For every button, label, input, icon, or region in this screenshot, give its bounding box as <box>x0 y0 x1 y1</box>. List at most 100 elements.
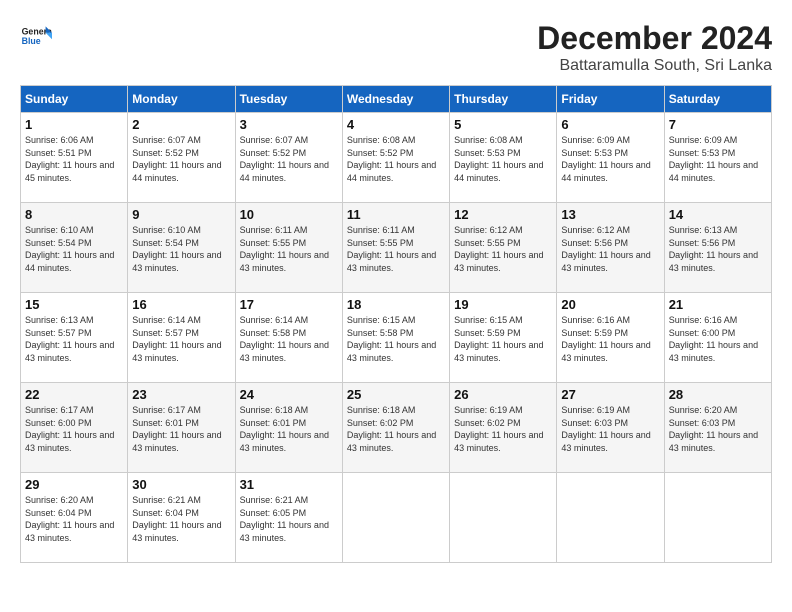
day-info: Sunrise: 6:16 AMSunset: 6:00 PMDaylight:… <box>669 314 767 364</box>
day-info: Sunrise: 6:17 AMSunset: 6:01 PMDaylight:… <box>132 404 230 454</box>
logo: General Blue <box>20 20 52 52</box>
calendar-cell: 21 Sunrise: 6:16 AMSunset: 6:00 PMDayligh… <box>664 293 771 383</box>
calendar-cell <box>664 473 771 563</box>
day-number: 8 <box>25 207 123 222</box>
day-info: Sunrise: 6:07 AMSunset: 5:52 PMDaylight:… <box>240 134 338 184</box>
weekday-header-tuesday: Tuesday <box>235 86 342 113</box>
weekday-header-saturday: Saturday <box>664 86 771 113</box>
day-number: 3 <box>240 117 338 132</box>
week-row-3: 15 Sunrise: 6:13 AMSunset: 5:57 PMDayligh… <box>21 293 772 383</box>
calendar-cell: 6 Sunrise: 6:09 AMSunset: 5:53 PMDaylight… <box>557 113 664 203</box>
day-number: 26 <box>454 387 552 402</box>
day-info: Sunrise: 6:20 AMSunset: 6:04 PMDaylight:… <box>25 494 123 544</box>
calendar-cell <box>557 473 664 563</box>
day-number: 25 <box>347 387 445 402</box>
day-info: Sunrise: 6:12 AMSunset: 5:55 PMDaylight:… <box>454 224 552 274</box>
day-number: 15 <box>25 297 123 312</box>
day-number: 4 <box>347 117 445 132</box>
day-info: Sunrise: 6:20 AMSunset: 6:03 PMDaylight:… <box>669 404 767 454</box>
day-number: 24 <box>240 387 338 402</box>
calendar-cell: 24 Sunrise: 6:18 AMSunset: 6:01 PMDayligh… <box>235 383 342 473</box>
day-number: 14 <box>669 207 767 222</box>
calendar-cell: 23Sunrise: 6:17 AMSunset: 6:01 PMDayligh… <box>128 383 235 473</box>
day-number: 27 <box>561 387 659 402</box>
day-number: 19 <box>454 297 552 312</box>
calendar-cell: 15 Sunrise: 6:13 AMSunset: 5:57 PMDayligh… <box>21 293 128 383</box>
calendar-cell: 31 Sunrise: 6:21 AMSunset: 6:05 PMDayligh… <box>235 473 342 563</box>
day-info: Sunrise: 6:16 AMSunset: 5:59 PMDaylight:… <box>561 314 659 364</box>
weekday-header-monday: Monday <box>128 86 235 113</box>
day-info: Sunrise: 6:10 AMSunset: 5:54 PMDaylight:… <box>25 224 123 274</box>
week-row-5: 29Sunrise: 6:20 AMSunset: 6:04 PMDayligh… <box>21 473 772 563</box>
calendar-cell: 20 Sunrise: 6:16 AMSunset: 5:59 PMDayligh… <box>557 293 664 383</box>
week-row-1: 1Sunrise: 6:06 AMSunset: 5:51 PMDaylight… <box>21 113 772 203</box>
calendar-cell: 3 Sunrise: 6:07 AMSunset: 5:52 PMDaylight… <box>235 113 342 203</box>
day-info: Sunrise: 6:12 AMSunset: 5:56 PMDaylight:… <box>561 224 659 274</box>
day-info: Sunrise: 6:07 AMSunset: 5:52 PMDaylight:… <box>132 134 230 184</box>
day-info: Sunrise: 6:18 AMSunset: 6:02 PMDaylight:… <box>347 404 445 454</box>
calendar-subtitle: Battaramulla South, Sri Lanka <box>537 57 772 75</box>
calendar-cell: 19 Sunrise: 6:15 AMSunset: 5:59 PMDayligh… <box>450 293 557 383</box>
day-info: Sunrise: 6:10 AMSunset: 5:54 PMDaylight:… <box>132 224 230 274</box>
calendar-cell <box>450 473 557 563</box>
calendar-cell: 17Sunrise: 6:14 AMSunset: 5:58 PMDayligh… <box>235 293 342 383</box>
day-number: 22 <box>25 387 123 402</box>
day-number: 13 <box>561 207 659 222</box>
calendar-cell: 1Sunrise: 6:06 AMSunset: 5:51 PMDaylight… <box>21 113 128 203</box>
weekday-header-friday: Friday <box>557 86 664 113</box>
week-row-4: 22 Sunrise: 6:17 AMSunset: 6:00 PMDayligh… <box>21 383 772 473</box>
calendar-cell: 11Sunrise: 6:11 AMSunset: 5:55 PMDayligh… <box>342 203 449 293</box>
day-info: Sunrise: 6:18 AMSunset: 6:01 PMDaylight:… <box>240 404 338 454</box>
calendar-cell: 18 Sunrise: 6:15 AMSunset: 5:58 PMDayligh… <box>342 293 449 383</box>
calendar-cell: 27 Sunrise: 6:19 AMSunset: 6:03 PMDayligh… <box>557 383 664 473</box>
calendar-cell: 12 Sunrise: 6:12 AMSunset: 5:55 PMDayligh… <box>450 203 557 293</box>
weekday-header-wednesday: Wednesday <box>342 86 449 113</box>
day-number: 5 <box>454 117 552 132</box>
day-number: 10 <box>240 207 338 222</box>
day-info: Sunrise: 6:11 AMSunset: 5:55 PMDaylight:… <box>240 224 338 274</box>
day-info: Sunrise: 6:17 AMSunset: 6:00 PMDaylight:… <box>25 404 123 454</box>
weekday-header-sunday: Sunday <box>21 86 128 113</box>
day-number: 12 <box>454 207 552 222</box>
day-number: 20 <box>561 297 659 312</box>
day-info: Sunrise: 6:21 AMSunset: 6:04 PMDaylight:… <box>132 494 230 544</box>
calendar-cell <box>342 473 449 563</box>
logo-icon: General Blue <box>20 20 52 52</box>
day-number: 31 <box>240 477 338 492</box>
day-number: 11 <box>347 207 445 222</box>
day-number: 2 <box>132 117 230 132</box>
calendar-cell: 4 Sunrise: 6:08 AMSunset: 5:52 PMDaylight… <box>342 113 449 203</box>
day-number: 21 <box>669 297 767 312</box>
calendar-cell: 22 Sunrise: 6:17 AMSunset: 6:00 PMDayligh… <box>21 383 128 473</box>
calendar-cell: 5Sunrise: 6:08 AMSunset: 5:53 PMDaylight… <box>450 113 557 203</box>
calendar-cell: 10 Sunrise: 6:11 AMSunset: 5:55 PMDayligh… <box>235 203 342 293</box>
day-info: Sunrise: 6:09 AMSunset: 5:53 PMDaylight:… <box>669 134 767 184</box>
day-info: Sunrise: 6:14 AMSunset: 5:57 PMDaylight:… <box>132 314 230 364</box>
page-header: General Blue December 2024 Battaramulla … <box>20 20 772 75</box>
calendar-title: December 2024 <box>537 20 772 57</box>
day-info: Sunrise: 6:19 AMSunset: 6:02 PMDaylight:… <box>454 404 552 454</box>
calendar-cell: 13 Sunrise: 6:12 AMSunset: 5:56 PMDayligh… <box>557 203 664 293</box>
weekday-header-row: SundayMondayTuesdayWednesdayThursdayFrid… <box>21 86 772 113</box>
day-info: Sunrise: 6:19 AMSunset: 6:03 PMDaylight:… <box>561 404 659 454</box>
day-number: 7 <box>669 117 767 132</box>
calendar-cell: 25 Sunrise: 6:18 AMSunset: 6:02 PMDayligh… <box>342 383 449 473</box>
day-info: Sunrise: 6:21 AMSunset: 6:05 PMDaylight:… <box>240 494 338 544</box>
day-info: Sunrise: 6:14 AMSunset: 5:58 PMDaylight:… <box>240 314 338 364</box>
calendar-cell: 26 Sunrise: 6:19 AMSunset: 6:02 PMDayligh… <box>450 383 557 473</box>
svg-text:Blue: Blue <box>22 36 41 46</box>
title-area: December 2024 Battaramulla South, Sri La… <box>537 20 772 75</box>
calendar-cell: 9 Sunrise: 6:10 AMSunset: 5:54 PMDaylight… <box>128 203 235 293</box>
calendar-cell: 28Sunrise: 6:20 AMSunset: 6:03 PMDayligh… <box>664 383 771 473</box>
day-number: 16 <box>132 297 230 312</box>
day-number: 18 <box>347 297 445 312</box>
calendar-cell: 2 Sunrise: 6:07 AMSunset: 5:52 PMDaylight… <box>128 113 235 203</box>
day-info: Sunrise: 6:15 AMSunset: 5:58 PMDaylight:… <box>347 314 445 364</box>
day-info: Sunrise: 6:13 AMSunset: 5:57 PMDaylight:… <box>25 314 123 364</box>
calendar-table: SundayMondayTuesdayWednesdayThursdayFrid… <box>20 85 772 563</box>
day-info: Sunrise: 6:15 AMSunset: 5:59 PMDaylight:… <box>454 314 552 364</box>
day-number: 6 <box>561 117 659 132</box>
day-info: Sunrise: 6:08 AMSunset: 5:52 PMDaylight:… <box>347 134 445 184</box>
day-number: 9 <box>132 207 230 222</box>
day-info: Sunrise: 6:09 AMSunset: 5:53 PMDaylight:… <box>561 134 659 184</box>
